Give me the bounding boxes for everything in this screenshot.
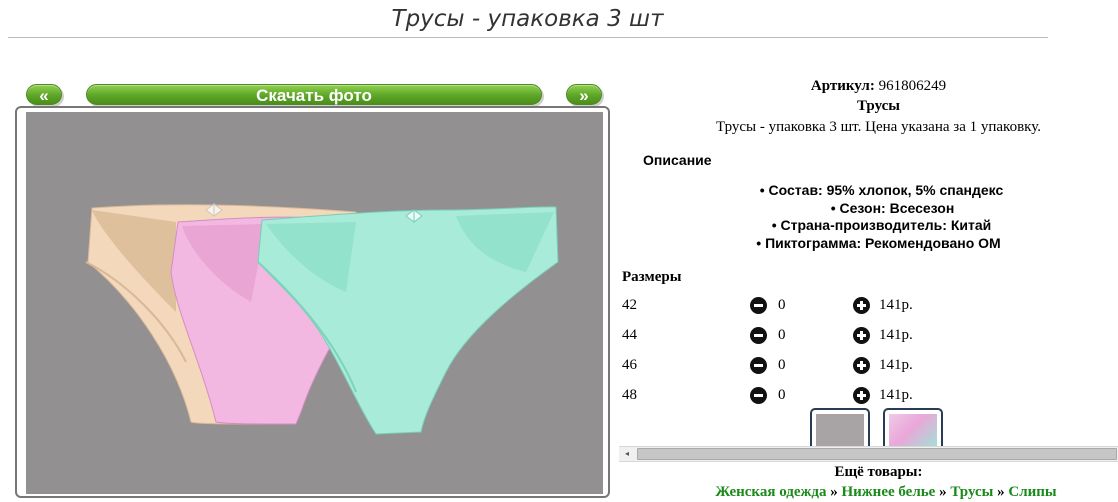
- size-label: 46: [622, 357, 637, 373]
- size-row: 48 0 141р.: [622, 387, 922, 417]
- size-label: 42: [622, 297, 637, 313]
- qty-value: 0: [778, 327, 786, 343]
- spec-item: • Сезон: Всесезон: [830, 199, 955, 216]
- size-row: 46 0 141р.: [622, 357, 922, 387]
- crumb-link[interactable]: Нижнее белье: [841, 484, 935, 500]
- thumbnail-image: [889, 414, 937, 448]
- thumbnail-scrollbar[interactable]: ◂: [619, 446, 1118, 462]
- decrease-qty-button[interactable]: [750, 327, 767, 344]
- spec-item: • Страна-производитель: Китай: [771, 217, 992, 233]
- decrease-qty-button[interactable]: [750, 297, 767, 314]
- product-photo: [26, 112, 603, 494]
- scroll-left-arrow-icon[interactable]: ◂: [619, 447, 635, 461]
- qty-value: 0: [778, 297, 786, 313]
- crumb-separator: »: [826, 484, 842, 500]
- increase-qty-button[interactable]: [853, 327, 870, 344]
- size-row: 42 0 141р.: [622, 297, 922, 327]
- prev-photo-button[interactable]: «: [26, 84, 62, 105]
- decrease-qty-button[interactable]: [750, 387, 767, 404]
- crumb-link[interactable]: Женская одежда: [715, 484, 826, 500]
- increase-qty-button[interactable]: [853, 387, 870, 404]
- spec-item: • Состав: 95% хлопок, 5% спандекс: [759, 182, 1004, 198]
- sku-line: Артикул: 961806249: [612, 78, 1118, 95]
- size-label: 48: [622, 387, 637, 403]
- title-divider: [8, 37, 1048, 38]
- crumb-separator: »: [993, 484, 1009, 500]
- photo-thumbnail[interactable]: [810, 408, 870, 448]
- price-value: 141р.: [879, 327, 913, 343]
- price-value: 141р.: [879, 387, 913, 403]
- qty-value: 0: [778, 357, 786, 373]
- product-photo-frame: [15, 106, 610, 498]
- photo-thumbnail[interactable]: [883, 408, 943, 448]
- product-description: Трусы - упаковка 3 шт. Цена указана за 1…: [716, 119, 1041, 135]
- qty-value: 0: [778, 387, 786, 403]
- size-row: 44 0 141р.: [622, 327, 922, 357]
- next-photo-button[interactable]: »: [566, 84, 602, 105]
- increase-qty-button[interactable]: [853, 297, 870, 314]
- sku-label: Артикул:: [810, 78, 875, 94]
- spec-list: • Состав: 95% хлопок, 5% спандекс • Сезо…: [612, 182, 1118, 252]
- price-value: 141р.: [879, 357, 913, 373]
- crumb-link[interactable]: Трусы: [950, 484, 993, 500]
- price-value: 141р.: [879, 297, 913, 313]
- spec-item: • Пиктограмма: Рекомендовано ОМ: [756, 234, 1001, 251]
- size-label: 44: [622, 327, 637, 343]
- description-heading: Описание: [643, 152, 712, 168]
- thumbnail-image: [816, 414, 864, 448]
- scrollbar-thumb[interactable]: [637, 448, 1117, 460]
- crumb-link[interactable]: Слипы: [1008, 484, 1056, 500]
- more-products-heading: Ещё товары:: [834, 464, 923, 480]
- increase-qty-button[interactable]: [853, 357, 870, 374]
- crumb-separator: »: [935, 484, 951, 500]
- product-photo-image: [85, 203, 559, 435]
- product-name: Трусы: [857, 98, 900, 114]
- sizes-heading: Размеры: [622, 269, 682, 285]
- page-title: Трусы - упаковка 3 шт: [391, 6, 664, 32]
- breadcrumb: Женская одежда » Нижнее белье » Трусы » …: [612, 484, 1118, 501]
- sku-value: 961806249: [878, 78, 947, 94]
- download-photo-button[interactable]: Скачать фото: [86, 84, 542, 105]
- decrease-qty-button[interactable]: [750, 357, 767, 374]
